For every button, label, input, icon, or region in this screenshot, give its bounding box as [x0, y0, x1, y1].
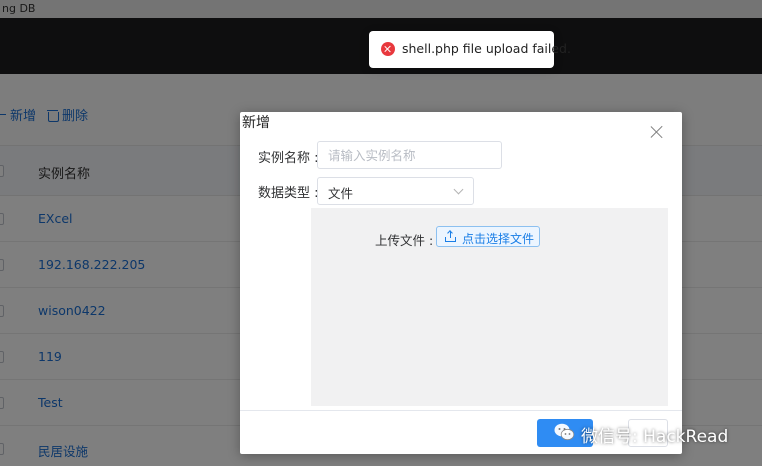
data-type-select[interactable]: 文件	[317, 177, 474, 205]
data-type-value: 文件	[328, 186, 354, 201]
close-icon[interactable]	[650, 125, 664, 139]
upload-file-label: 上传文件 :	[375, 233, 434, 248]
wechat-icon	[554, 423, 575, 441]
instance-name-label: 实例名称 :	[258, 151, 319, 166]
add-instance-dialog: 新增 实例名称 : 数据类型 : 文件 上传文件 : 点击选择文件	[240, 112, 682, 454]
toast-message: shell.php file upload failed.	[402, 41, 571, 56]
error-toast: shell.php file upload failed.	[369, 31, 571, 68]
watermark-text: 微信号: HackRead	[581, 427, 729, 447]
select-file-button[interactable]: 点击选择文件	[436, 226, 540, 247]
select-file-button-label: 点击选择文件	[462, 232, 535, 246]
dialog-title: 新增	[242, 115, 270, 131]
instance-name-input[interactable]	[317, 141, 502, 169]
upload-area: 上传文件 : 点击选择文件	[311, 208, 668, 406]
data-type-label: 数据类型 :	[258, 186, 319, 201]
upload-icon	[445, 230, 456, 242]
dialog-footer-divider	[240, 410, 682, 411]
error-icon	[381, 42, 395, 56]
chevron-down-icon	[453, 184, 464, 195]
